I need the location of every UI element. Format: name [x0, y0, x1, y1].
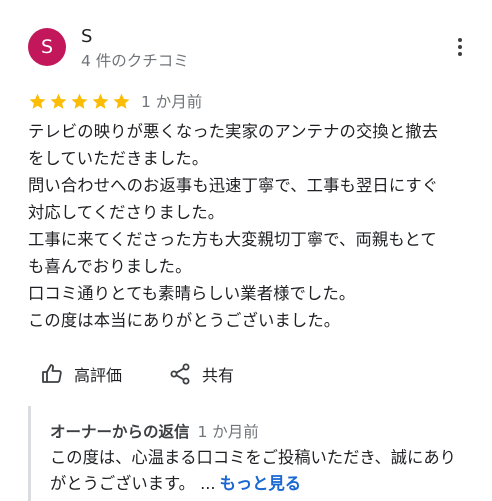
review-line: 問い合わせへのお返事も迅速丁寧で、工事も翌日にすぐ — [28, 176, 439, 195]
rating-row: 1 か月前 — [28, 90, 202, 112]
review-line: も喜んでおりました。 — [28, 257, 192, 276]
share-icon — [170, 363, 190, 385]
read-more-link[interactable]: もっと見る — [220, 474, 301, 493]
owner-reply: オーナーからの返信 1 か月前 この度は、心温まる口コミをご投稿いただき、誠にあり… — [28, 406, 491, 501]
like-label: 高評価 — [74, 366, 123, 385]
owner-reply-header: オーナーからの返信 1 か月前 — [50, 420, 259, 442]
share-button[interactable]: 共有 — [168, 362, 234, 386]
review-actions: 高評価 共有 — [40, 362, 280, 386]
review-line: 工事に来てくださった方も大変親切丁寧で、両親もとて — [28, 230, 437, 249]
avatar[interactable]: S — [28, 28, 66, 66]
more-vert-icon[interactable] — [452, 36, 468, 60]
review-time: 1 か月前 — [141, 93, 203, 111]
thumb-up-icon — [42, 364, 62, 383]
review-line: をしていただきました。 — [28, 149, 209, 168]
reviewer-name[interactable]: S — [81, 26, 92, 47]
reviewer-review-count: 4 件のクチコミ — [81, 52, 189, 70]
review-text: テレビの映りが悪くなった実家のアンテナの交換と撤去 をしていただきました。 問い… — [28, 118, 478, 334]
star-icon — [50, 93, 67, 109]
star-icon — [92, 93, 109, 109]
review-line: 対応してくださりました。 — [28, 203, 225, 222]
star-icon — [29, 93, 46, 109]
owner-reply-line-2: がとうございます。 ... もっと見る — [50, 471, 490, 497]
share-label: 共有 — [202, 366, 235, 385]
review-header: S S 4 件のクチコミ — [28, 26, 474, 70]
star-icon — [113, 93, 130, 109]
owner-reply-time: 1 か月前 — [197, 423, 259, 441]
review-line: テレビの映りが悪くなった実家のアンテナの交換と撤去 — [28, 122, 439, 141]
star-rating — [28, 92, 133, 111]
owner-reply-text: この度は、心温まる口コミをご投稿いただき、誠にあり がとうございます。 ... も… — [50, 445, 490, 497]
review-line: 口コミ通りとても素晴らしい業者様でした。 — [28, 284, 356, 303]
like-button[interactable]: 高評価 — [40, 362, 122, 386]
star-icon — [71, 93, 88, 109]
owner-reply-title: オーナーからの返信 — [50, 423, 190, 441]
owner-reply-line-text: がとうございます。 ... — [50, 474, 216, 493]
owner-reply-line: この度は、心温まる口コミをご投稿いただき、誠にあり — [50, 448, 456, 467]
review-line: この度は本当にありがとうございました。 — [28, 311, 341, 330]
